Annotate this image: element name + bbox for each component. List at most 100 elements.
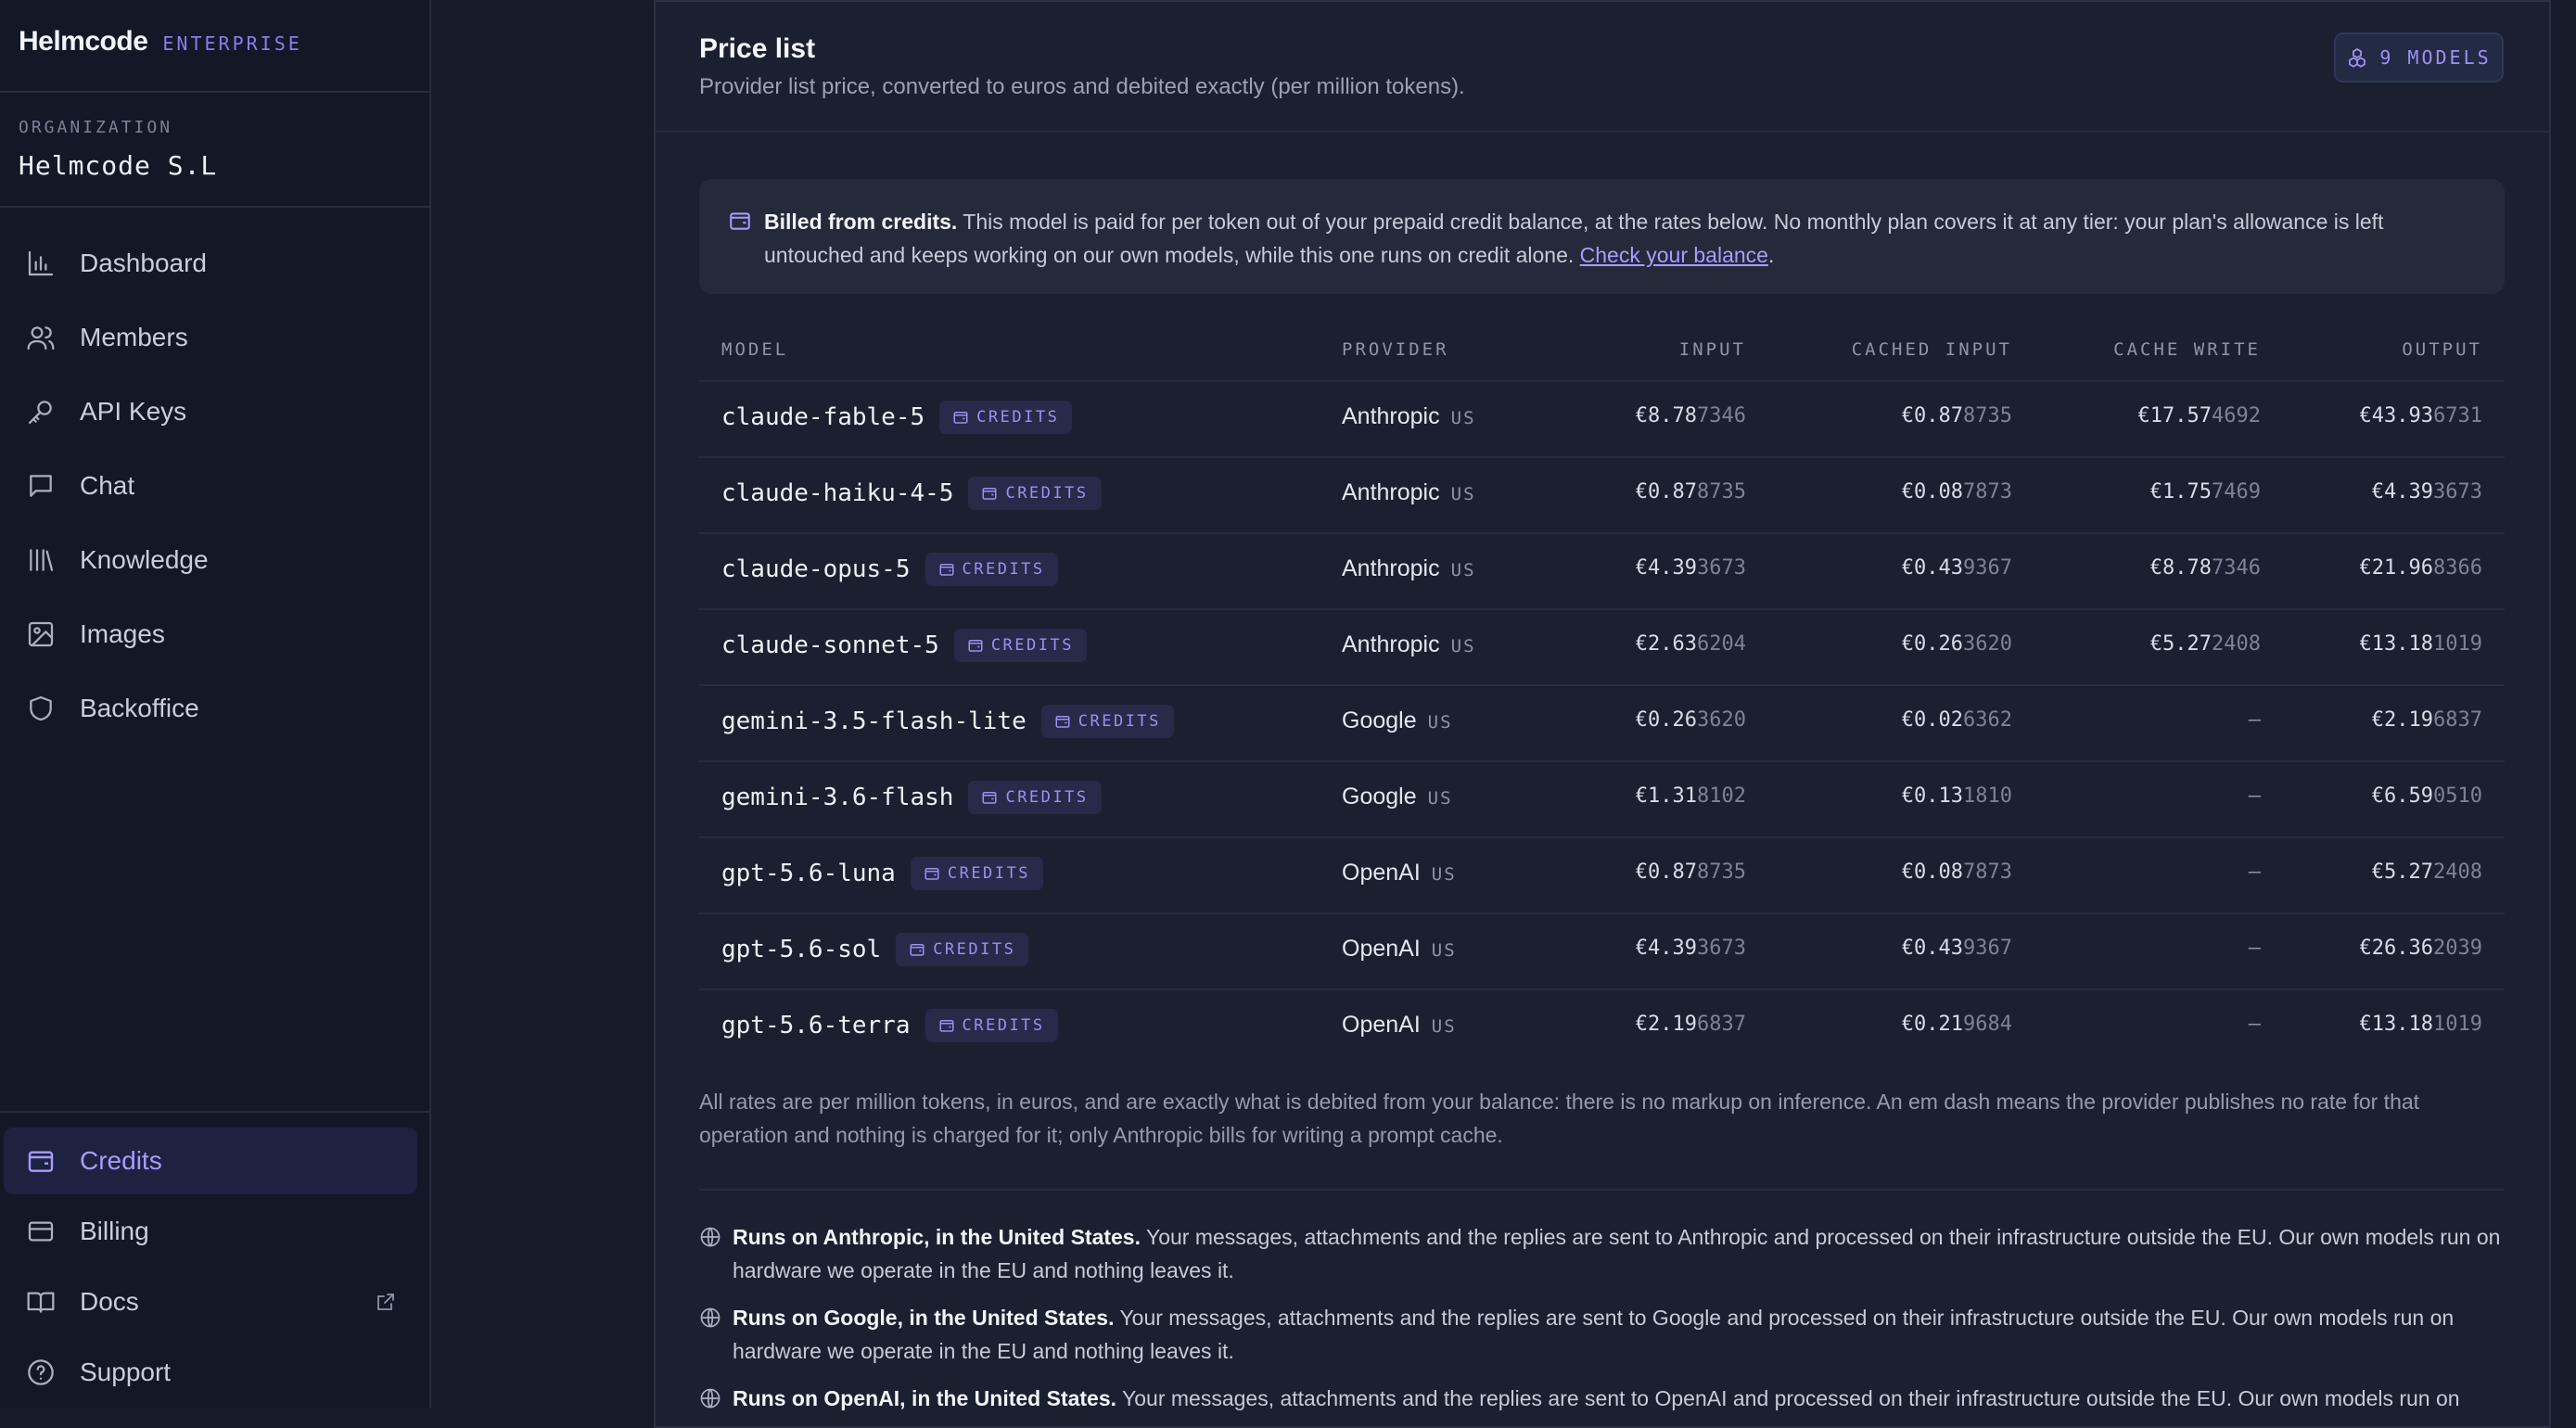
brand[interactable]: Helmcode ENTERPRISE xyxy=(19,26,302,57)
cell-output: €2.196837 xyxy=(2372,708,2482,732)
price-precision: 6204 xyxy=(1697,632,1746,656)
row-divider xyxy=(699,608,2505,610)
sidebar-item-chat[interactable]: Chat xyxy=(4,453,417,519)
sidebar-item-docs[interactable]: Docs xyxy=(4,1269,417,1335)
sidebar-item-billing[interactable]: Billing xyxy=(4,1198,417,1265)
col-header-cached-input[interactable]: CACHED INPUT xyxy=(1852,339,2012,360)
col-header-model[interactable]: MODEL xyxy=(721,339,788,360)
credits-badge-label: CREDITS xyxy=(990,636,1074,655)
sidebar-item-api-keys[interactable]: API Keys xyxy=(4,378,417,445)
key-icon xyxy=(28,401,52,425)
sidebar-item-label: Chat xyxy=(80,471,135,500)
book-icon xyxy=(27,1292,55,1313)
price-precision: 0510 xyxy=(2433,784,2482,808)
provider-name: Anthropic xyxy=(1342,479,1440,505)
price-main: €4.39 xyxy=(1635,937,1698,960)
price-main: €0.43 xyxy=(1901,937,1964,960)
col-header-cache-write[interactable]: CACHE WRITE xyxy=(2113,339,2261,360)
brand-tier: ENTERPRISE xyxy=(162,32,302,55)
cell-cached-input: €0.131810 xyxy=(1902,784,2012,808)
model-name[interactable]: gemini-3.6-flash xyxy=(721,784,953,811)
model-name[interactable]: claude-sonnet-5 xyxy=(721,631,939,659)
globe-icon xyxy=(699,1387,721,1409)
model-name[interactable]: claude-opus-5 xyxy=(721,555,911,583)
sidebar-item-images[interactable]: Images xyxy=(4,601,417,668)
col-header-provider[interactable]: PROVIDER xyxy=(1342,339,1449,360)
image-icon xyxy=(28,621,54,647)
cell-cache-write: €1.757469 xyxy=(2150,480,2261,504)
cell-output: €21.968366 xyxy=(2360,556,2482,580)
cell-provider: Anthropic US xyxy=(1342,631,1476,658)
cubes-icon xyxy=(2349,48,2366,68)
price-main: €0.02 xyxy=(1901,708,1964,732)
cell-input: €2.196837 xyxy=(1636,1013,1746,1036)
panel-border xyxy=(654,0,2551,2)
price-precision: 8102 xyxy=(1697,784,1746,808)
region-heading: Runs on OpenAI, in the United States. xyxy=(733,1386,1117,1410)
provider-name: Anthropic xyxy=(1342,555,1440,581)
org-label: ORGANIZATION xyxy=(19,118,173,137)
wallet-icon xyxy=(939,564,953,576)
model-name[interactable]: gemini-3.5-flash-lite xyxy=(721,708,1027,735)
credits-badge-label: CREDITS xyxy=(933,940,1016,959)
cell-input: €1.318102 xyxy=(1636,784,1746,808)
cell-cache-write: — xyxy=(2248,784,2261,808)
sidebar-item-label: Images xyxy=(80,619,165,648)
check-balance-link[interactable]: Check your balance xyxy=(1580,243,1768,267)
provider-region: US xyxy=(1427,712,1453,733)
globe-icon xyxy=(699,1307,721,1329)
cell-model: claude-opus-5 CREDITS xyxy=(721,553,1058,586)
library-icon xyxy=(30,549,54,571)
chat-bubble-icon xyxy=(30,475,52,497)
cell-cached-input: €0.439367 xyxy=(1902,556,2012,580)
credits-badge-label: CREDITS xyxy=(962,1016,1045,1035)
model-name[interactable]: claude-haiku-4-5 xyxy=(721,479,953,507)
cell-cache-write: €17.574692 xyxy=(2138,404,2261,427)
models-count-label: 9 MODELS xyxy=(2379,46,2492,69)
cell-cached-input: €0.878735 xyxy=(1902,404,2012,427)
sidebar-item-label: Dashboard xyxy=(80,249,207,277)
credits-badge: CREDITS xyxy=(1040,705,1174,738)
price-precision: 1810 xyxy=(1963,784,2012,808)
sidebar-item-support[interactable]: Support xyxy=(4,1339,417,1406)
price-precision: 3673 xyxy=(1697,556,1746,580)
row-divider xyxy=(699,912,2505,914)
sidebar-item-backoffice[interactable]: Backoffice xyxy=(4,675,417,742)
model-name[interactable]: gpt-5.6-luna xyxy=(721,860,896,887)
price-precision: 8735 xyxy=(1697,861,1746,884)
cell-model: gpt-5.6-terra CREDITS xyxy=(721,1009,1058,1042)
price-main: €13.18 xyxy=(2359,632,2434,656)
sidebar-item-credits[interactable]: Credits xyxy=(4,1128,417,1194)
org-name[interactable]: Helmcode S.L xyxy=(19,150,217,181)
credits-badge-label: CREDITS xyxy=(962,560,1045,579)
model-name[interactable]: claude-fable-5 xyxy=(721,403,925,431)
wallet-icon xyxy=(730,212,750,230)
price-precision: 6362 xyxy=(1963,708,2012,732)
users-icon xyxy=(27,326,55,351)
region-note: Runs on OpenAI, in the United States. Yo… xyxy=(733,1382,2504,1415)
sidebar-item-dashboard[interactable]: Dashboard xyxy=(4,230,417,297)
price-precision: 8366 xyxy=(2433,556,2482,580)
sidebar-item-knowledge[interactable]: Knowledge xyxy=(4,527,417,593)
credits-badge-label: CREDITS xyxy=(947,864,1030,883)
cell-cached-input: €0.219684 xyxy=(1902,1013,2012,1036)
notice-end: . xyxy=(1767,243,1775,267)
col-header-output[interactable]: OUTPUT xyxy=(2402,339,2482,360)
cell-input: €4.393673 xyxy=(1636,556,1746,580)
price-precision: 7873 xyxy=(1963,480,2012,504)
credits-badge: CREDITS xyxy=(925,553,1058,586)
cell-input: €8.787346 xyxy=(1636,404,1746,427)
col-header-input[interactable]: INPUT xyxy=(1679,339,1746,360)
price-main: €4.39 xyxy=(1635,556,1698,580)
price-main: €2.63 xyxy=(1635,632,1698,656)
cell-cache-write: €8.787346 xyxy=(2150,556,2261,580)
region-heading: Runs on Google, in the United States. xyxy=(733,1306,1115,1330)
cell-cached-input: €0.439367 xyxy=(1902,937,2012,960)
model-name[interactable]: gpt-5.6-terra xyxy=(721,1012,911,1039)
globe-icon xyxy=(699,1226,721,1248)
cell-output: €43.936731 xyxy=(2360,404,2482,427)
model-name[interactable]: gpt-5.6-sol xyxy=(721,936,881,963)
row-divider xyxy=(699,760,2505,762)
sidebar-item-members[interactable]: Members xyxy=(4,304,417,371)
provider-name: OpenAI xyxy=(1342,936,1421,962)
